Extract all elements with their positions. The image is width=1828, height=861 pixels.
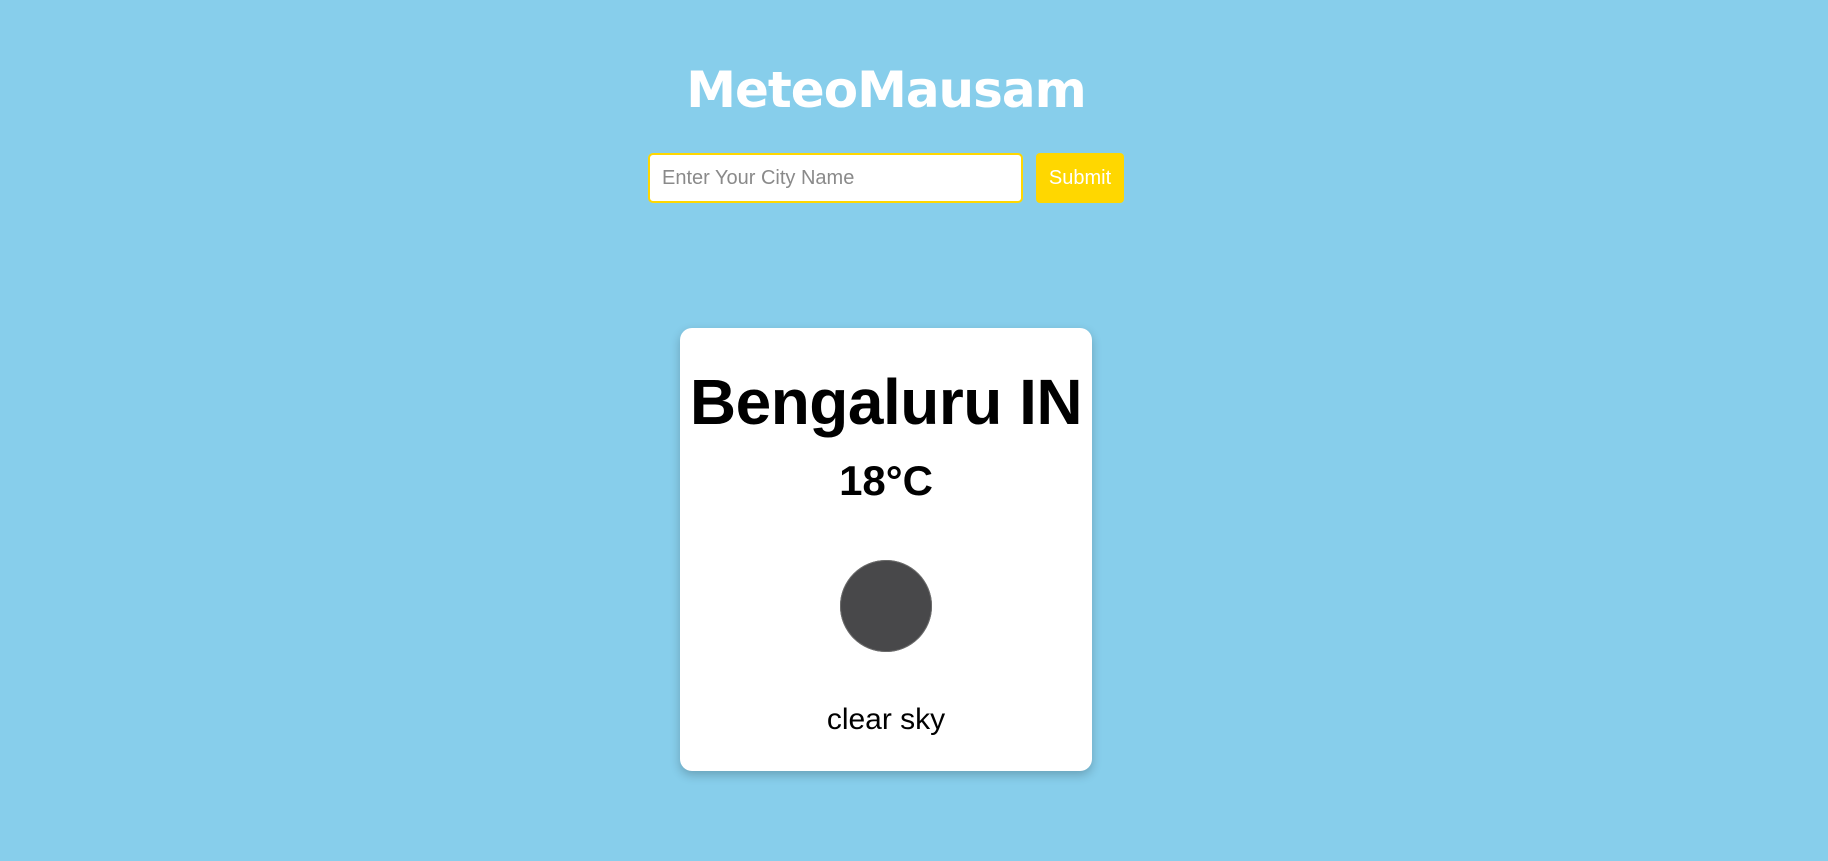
temperature: 18°C xyxy=(839,457,933,504)
app-title: MeteoMausam xyxy=(686,61,1087,119)
city-name: Bengaluru IN xyxy=(689,366,1083,438)
weather-icon xyxy=(840,560,932,652)
submit-button[interactable]: Submit xyxy=(1036,153,1124,203)
weather-description: clear sky xyxy=(826,703,946,736)
city-search-input[interactable] xyxy=(648,153,1023,203)
search-form: Submit xyxy=(648,153,1124,203)
weather-card: Bengaluru IN 18°C clear sky xyxy=(680,328,1092,771)
